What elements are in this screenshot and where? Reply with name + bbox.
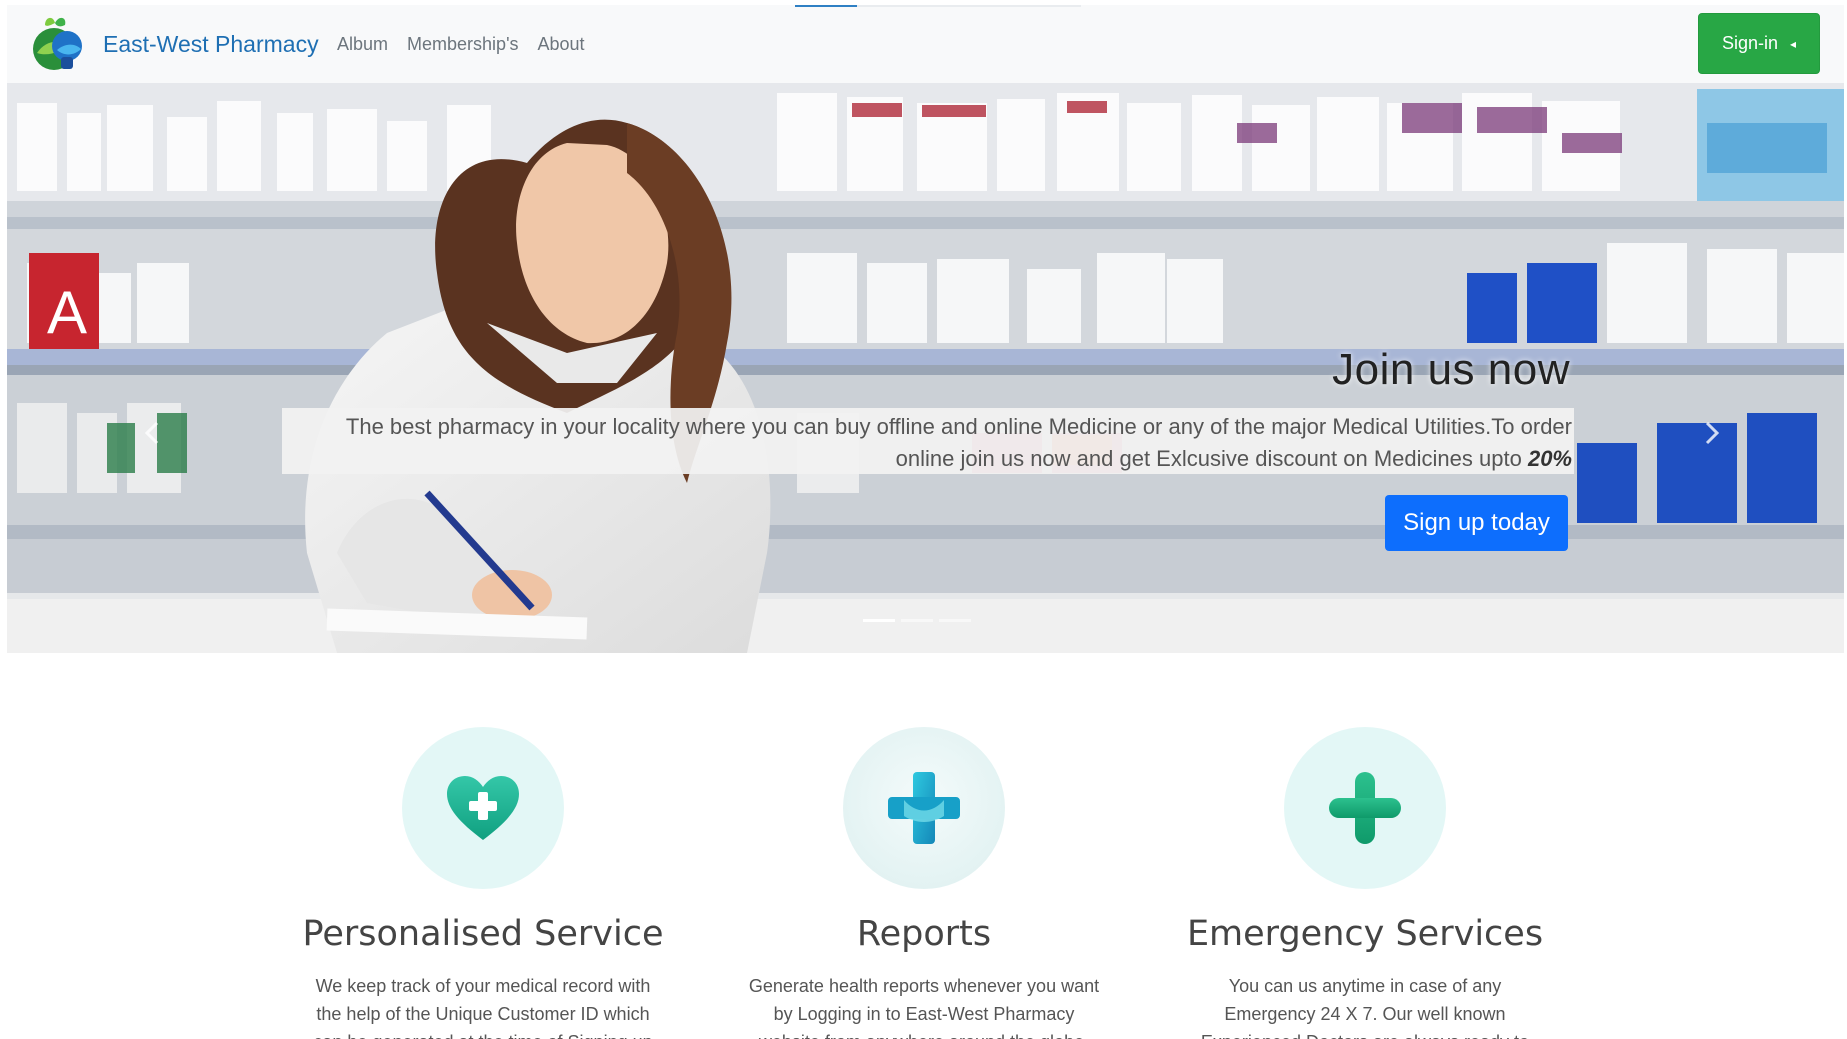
feature-text: You can us anytime in case of any Emerge… bbox=[1201, 976, 1529, 1039]
feature-icon-circle bbox=[1284, 727, 1446, 889]
feature-text: We keep track of your medical record wit… bbox=[313, 976, 652, 1039]
svg-text:A: A bbox=[47, 279, 87, 346]
nav-links: Album Membership's About bbox=[337, 5, 604, 83]
plus-icon bbox=[1329, 772, 1401, 844]
brand-name: East-West Pharmacy bbox=[103, 30, 319, 57]
carousel-indicator-2[interactable] bbox=[901, 619, 933, 622]
chevron-right-icon bbox=[1705, 421, 1720, 445]
signup-button[interactable]: Sign up today bbox=[1385, 495, 1568, 551]
nav-top-indicator bbox=[795, 5, 1081, 7]
feature-icon-circle bbox=[402, 727, 564, 889]
feature-reports: Reports Generate health reports whenever… bbox=[714, 727, 1134, 1039]
feature-icon-circle bbox=[843, 727, 1005, 889]
signin-button[interactable]: Sign-in ◂ bbox=[1698, 13, 1820, 74]
discount-value: 20% bbox=[1527, 446, 1572, 471]
signin-label: Sign-in bbox=[1721, 33, 1778, 53]
navbar: East-West Pharmacy Album Membership's Ab… bbox=[7, 5, 1844, 83]
carousel-next-button[interactable] bbox=[1692, 413, 1732, 453]
hero-description-text: The best pharmacy in your locality where… bbox=[345, 414, 1572, 471]
caret-left-icon: ◂ bbox=[1790, 36, 1797, 51]
feature-emergency-services: Emergency Services You can us anytime in… bbox=[1155, 727, 1575, 1039]
carousel-prev-button[interactable] bbox=[132, 413, 172, 453]
hero-carousel: A Join us now The best pharmacy in your … bbox=[7, 83, 1844, 653]
feature-personalised-service: Personalised Service We keep track of yo… bbox=[273, 727, 693, 1039]
hero-title: Join us now bbox=[1332, 345, 1570, 394]
nav-link-about[interactable]: About bbox=[538, 34, 585, 55]
medical-cross-icon bbox=[888, 772, 960, 844]
carousel-indicator-3[interactable] bbox=[939, 619, 971, 622]
chevron-left-icon bbox=[144, 421, 159, 445]
feature-text: Generate health reports whenever you wan… bbox=[748, 976, 1100, 1039]
carousel-indicator-1[interactable] bbox=[863, 619, 895, 622]
feature-title: Emergency Services bbox=[1186, 914, 1544, 954]
feature-title: Reports bbox=[856, 914, 992, 954]
feature-title: Personalised Service bbox=[302, 914, 664, 954]
pharmacy-logo-icon bbox=[33, 17, 82, 70]
heart-plus-icon bbox=[447, 776, 519, 840]
nav-link-album[interactable]: Album bbox=[337, 34, 388, 55]
hero-description: The best pharmacy in your locality where… bbox=[282, 408, 1574, 474]
carousel-indicators bbox=[863, 619, 971, 622]
nav-link-memberships[interactable]: Membership's bbox=[407, 34, 518, 55]
brand[interactable]: East-West Pharmacy bbox=[27, 13, 319, 75]
